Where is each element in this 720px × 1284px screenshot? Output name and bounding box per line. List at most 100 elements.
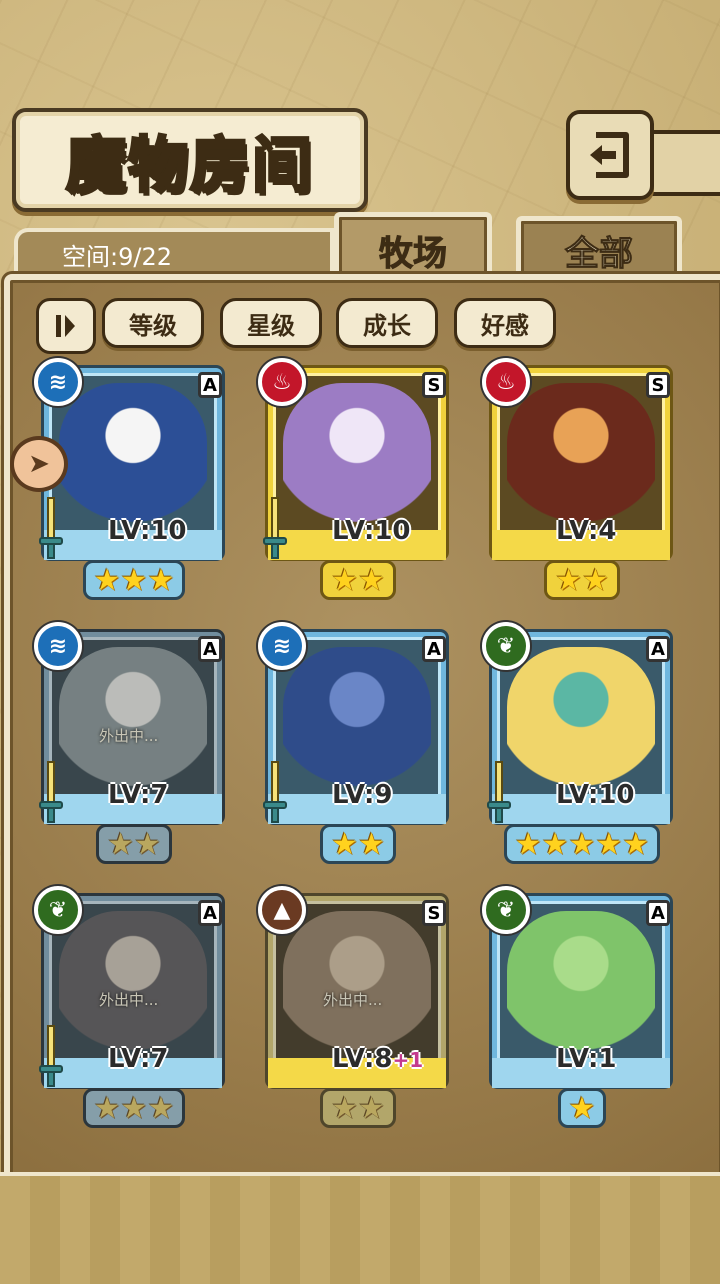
star-rating: ★ ★ [262,824,454,864]
tab-all-label: 全部 [565,234,634,275]
star-rating-bar: ★ [557,1088,607,1128]
monster-card[interactable]: 外出中... LV:7 A ❦ ★ ★ ★ [34,886,230,1128]
monster-portrait [283,647,431,797]
monster-level: LV:8+1 [332,1044,423,1074]
away-status: 外出中... [99,991,159,1009]
monster-level: LV:1 [556,1044,616,1074]
star-rating-bar: ★ ★ [544,560,620,600]
grass-element-icon: ❦ [482,886,530,934]
monster-level: LV:9 [332,780,392,810]
sort-star-button[interactable]: 星级 [220,298,322,348]
monster-card[interactable]: LV:1 A ❦ ★ [482,886,678,1128]
away-status: 外出中... [323,991,383,1009]
monster-level: LV:4 [556,516,616,546]
star-rating-bar: ★ ★ [320,560,396,600]
star-icon: ★ [358,563,385,598]
star-rating: ★ ★ [262,560,454,600]
monster-card[interactable]: LV:9 A ≋ ★ ★ [258,622,454,864]
star-icon: ★ [120,1091,148,1126]
star-icon: ★ [331,1091,358,1126]
level-text: LV:9 [332,780,393,810]
monster-portrait [507,383,655,533]
fire-element-icon: ♨ [482,358,530,406]
level-text: LV:10 [108,516,187,546]
monster-portrait [59,911,207,1061]
monster-card[interactable]: LV:10 S ♨ ★ ★ [258,358,454,600]
sword-icon [39,761,63,823]
star-rating: ★ ★ ★ [38,1088,230,1128]
tab-ranch-label: 牧场 [379,234,448,275]
star-icon: ★ [514,827,542,862]
star-rating-bar: ★ ★ ★ [82,560,186,600]
grass-element-icon: ❦ [482,622,530,670]
earth-element-icon: ▲ [258,886,306,934]
monster-portrait [283,383,431,533]
star-icon: ★ [358,827,385,862]
level-text: LV:7 [108,1044,169,1074]
monster-portrait [507,911,655,1061]
star-icon: ★ [568,1091,596,1126]
monster-portrait [59,647,207,797]
level-text: LV:10 [556,780,635,810]
sort-order-toggle[interactable] [36,298,96,354]
water-element-icon: ≋ [34,622,82,670]
space-label: 空间:9/22 [62,242,172,271]
star-icon: ★ [134,827,161,862]
rarity-badge: A [422,636,446,662]
level-text: LV:4 [556,516,617,546]
rarity-badge: S [646,372,670,398]
rarity-badge: A [198,900,222,926]
rarity-badge: S [422,900,446,926]
star-icon: ★ [568,827,596,862]
tab-all[interactable]: 全部 [516,216,682,280]
star-icon: ★ [582,563,609,598]
monster-card[interactable]: LV:4 S ♨ ★ ★ [482,358,678,600]
star-rating-bar: ★ ★ ★ ★ ★ [503,824,661,864]
monster-level: LV:10 [108,516,187,546]
monster-portrait [59,383,207,533]
star-icon: ★ [331,827,358,862]
star-icon: ★ [358,1091,385,1126]
space-counter: 空间:9/22 [14,228,334,276]
star-rating: ★ ★ [486,560,678,600]
monster-card[interactable]: 外出中... LV:7 A ≋ ★ ★ [34,622,230,864]
star-icon: ★ [147,1091,175,1126]
star-rating: ★ ★ ★ ★ ★ [486,824,678,864]
rarity-badge: A [198,372,222,398]
rarity-badge: A [646,900,670,926]
page-title: 魔物房间 [65,129,314,202]
star-icon: ★ [93,563,121,598]
monster-level: LV:10 [556,780,635,810]
away-status: 外出中... [99,727,159,745]
star-icon: ★ [147,563,175,598]
sword-icon [263,497,287,559]
star-rating-bar: ★ ★ ★ [82,1088,186,1128]
monster-portrait [507,647,655,797]
sort-affection-button[interactable]: 好感 [454,298,556,348]
sword-icon [39,497,63,559]
monster-card[interactable]: 外出中... LV:8+1 S ▲ ★ ★ [258,886,454,1128]
monster-card[interactable]: LV:10 A ❦ ★ ★ ★ ★ ★ [482,622,678,864]
back-button[interactable] [566,110,654,200]
star-icon: ★ [107,827,134,862]
monster-portrait [283,911,431,1061]
monster-card[interactable]: LV:10 A ≋ ★ ★ ★ [34,358,230,600]
sort-level-button[interactable]: 等级 [102,298,204,348]
sword-icon [487,761,511,823]
star-rating: ★ [486,1088,678,1128]
water-element-icon: ≋ [258,622,306,670]
fire-element-icon: ♨ [258,358,306,406]
star-rating-bar: ★ ★ [320,1088,396,1128]
monster-level: LV:10 [332,516,411,546]
star-icon: ★ [555,563,582,598]
rarity-badge: A [198,636,222,662]
star-icon: ★ [120,563,148,598]
sort-growth-button[interactable]: 成长 [336,298,438,348]
sword-icon [39,1025,63,1087]
star-icon: ★ [622,827,650,862]
water-element-icon: ≋ [34,358,82,406]
star-icon: ★ [541,827,569,862]
rarity-badge: A [646,636,670,662]
nav-marker-icon[interactable]: ➤ [10,436,68,492]
sword-icon [263,761,287,823]
